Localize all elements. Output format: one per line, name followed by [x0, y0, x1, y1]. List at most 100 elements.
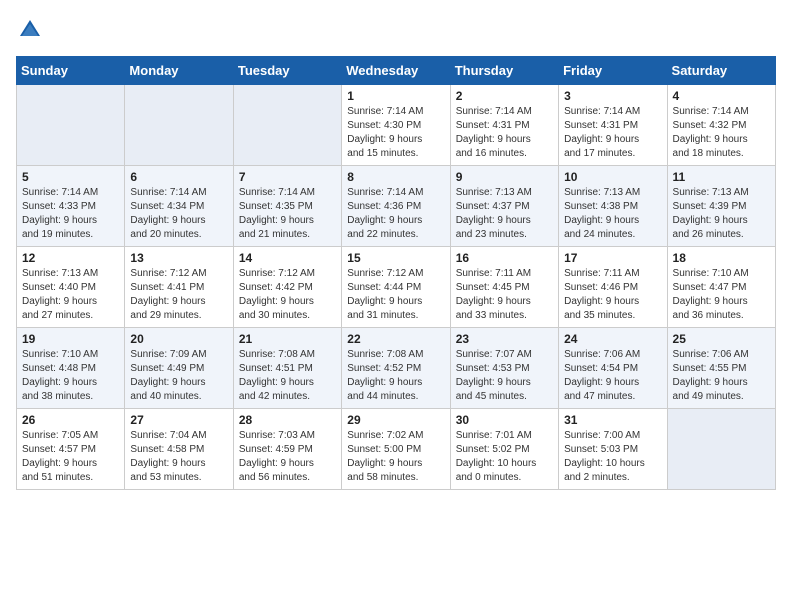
day-number: 7 — [239, 170, 336, 184]
calendar-cell: 29 Sunrise: 7:02 AM Sunset: 5:00 PM Dayli… — [342, 409, 450, 490]
day-number: 16 — [456, 251, 553, 265]
calendar-cell: 30 Sunrise: 7:01 AM Sunset: 5:02 PM Dayli… — [450, 409, 558, 490]
day-info: Sunrise: 7:09 AM Sunset: 4:49 PM Dayligh… — [130, 348, 227, 404]
day-info: Sunrise: 7:13 AM Sunset: 4:37 PM Dayligh… — [456, 186, 553, 242]
day-number: 5 — [22, 170, 119, 184]
day-number: 8 — [347, 170, 444, 184]
weekday-header-thursday: Thursday — [450, 57, 558, 85]
page-header — [16, 16, 776, 44]
weekday-header-wednesday: Wednesday — [342, 57, 450, 85]
day-info: Sunrise: 7:01 AM Sunset: 5:02 PM Dayligh… — [456, 429, 553, 485]
calendar-cell: 21 Sunrise: 7:08 AM Sunset: 4:51 PM Dayli… — [233, 328, 341, 409]
weekday-header-friday: Friday — [559, 57, 667, 85]
calendar-cell: 27Sunrise: 7:04 AM Sunset: 4:58 PM Dayli… — [125, 409, 233, 490]
calendar-cell: 18 Sunrise: 7:10 AM Sunset: 4:47 PM Dayli… — [667, 247, 775, 328]
calendar-cell: 9 Sunrise: 7:13 AM Sunset: 4:37 PM Daylig… — [450, 166, 558, 247]
day-number: 13 — [130, 251, 227, 265]
day-number: 29 — [347, 413, 444, 427]
day-info: Sunrise: 7:06 AM Sunset: 4:55 PM Dayligh… — [673, 348, 770, 404]
day-number: 18 — [673, 251, 770, 265]
day-number: 11 — [673, 170, 770, 184]
calendar-cell: 3Sunrise: 7:14 AM Sunset: 4:31 PM Daylig… — [559, 85, 667, 166]
day-info: Sunrise: 7:00 AM Sunset: 5:03 PM Dayligh… — [564, 429, 661, 485]
day-info: Sunrise: 7:14 AM Sunset: 4:35 PM Dayligh… — [239, 186, 336, 242]
calendar-cell: 10 Sunrise: 7:13 AM Sunset: 4:38 PM Dayli… — [559, 166, 667, 247]
day-number: 9 — [456, 170, 553, 184]
calendar-cell: 13 Sunrise: 7:12 AM Sunset: 4:41 PM Dayli… — [125, 247, 233, 328]
day-number: 20 — [130, 332, 227, 346]
weekday-header-monday: Monday — [125, 57, 233, 85]
day-info: Sunrise: 7:08 AM Sunset: 4:51 PM Dayligh… — [239, 348, 336, 404]
day-number: 19 — [22, 332, 119, 346]
day-number: 2 — [456, 89, 553, 103]
day-info: Sunrise: 7:03 AM Sunset: 4:59 PM Dayligh… — [239, 429, 336, 485]
calendar-cell — [233, 85, 341, 166]
day-info: Sunrise: 7:14 AM Sunset: 4:32 PM Dayligh… — [673, 105, 770, 161]
calendar-cell: 28 Sunrise: 7:03 AM Sunset: 4:59 PM Dayli… — [233, 409, 341, 490]
day-info: Sunrise: 7:12 AM Sunset: 4:44 PM Dayligh… — [347, 267, 444, 323]
day-info: Sunrise: 7:11 AM Sunset: 4:46 PM Dayligh… — [564, 267, 661, 323]
day-info: Sunrise: 7:10 AM Sunset: 4:47 PM Dayligh… — [673, 267, 770, 323]
day-number: 26 — [22, 413, 119, 427]
calendar-cell: 5Sunrise: 7:14 AM Sunset: 4:33 PM Daylig… — [17, 166, 125, 247]
day-info: Sunrise: 7:13 AM Sunset: 4:38 PM Dayligh… — [564, 186, 661, 242]
logo-icon — [16, 16, 44, 44]
calendar-cell: 1Sunrise: 7:14 AM Sunset: 4:30 PM Daylig… — [342, 85, 450, 166]
day-info: Sunrise: 7:11 AM Sunset: 4:45 PM Dayligh… — [456, 267, 553, 323]
calendar-cell — [125, 85, 233, 166]
day-number: 15 — [347, 251, 444, 265]
calendar-cell: 17 Sunrise: 7:11 AM Sunset: 4:46 PM Dayli… — [559, 247, 667, 328]
calendar-week-3: 12 Sunrise: 7:13 AM Sunset: 4:40 PM Dayli… — [17, 247, 776, 328]
calendar-cell — [667, 409, 775, 490]
day-info: Sunrise: 7:02 AM Sunset: 5:00 PM Dayligh… — [347, 429, 444, 485]
weekday-header-saturday: Saturday — [667, 57, 775, 85]
calendar-cell: 4 Sunrise: 7:14 AM Sunset: 4:32 PM Daylig… — [667, 85, 775, 166]
day-number: 17 — [564, 251, 661, 265]
weekday-header-row: SundayMondayTuesdayWednesdayThursdayFrid… — [17, 57, 776, 85]
day-number: 24 — [564, 332, 661, 346]
day-number: 23 — [456, 332, 553, 346]
calendar-cell: 6Sunrise: 7:14 AM Sunset: 4:34 PM Daylig… — [125, 166, 233, 247]
calendar-week-5: 26 Sunrise: 7:05 AM Sunset: 4:57 PM Dayli… — [17, 409, 776, 490]
day-number: 6 — [130, 170, 227, 184]
calendar-cell: 15 Sunrise: 7:12 AM Sunset: 4:44 PM Dayli… — [342, 247, 450, 328]
day-info: Sunrise: 7:12 AM Sunset: 4:41 PM Dayligh… — [130, 267, 227, 323]
calendar-cell: 7 Sunrise: 7:14 AM Sunset: 4:35 PM Daylig… — [233, 166, 341, 247]
day-info: Sunrise: 7:05 AM Sunset: 4:57 PM Dayligh… — [22, 429, 119, 485]
day-number: 14 — [239, 251, 336, 265]
calendar-cell: 26 Sunrise: 7:05 AM Sunset: 4:57 PM Dayli… — [17, 409, 125, 490]
calendar-cell: 11 Sunrise: 7:13 AM Sunset: 4:39 PM Dayli… — [667, 166, 775, 247]
day-info: Sunrise: 7:10 AM Sunset: 4:48 PM Dayligh… — [22, 348, 119, 404]
calendar-cell: 31 Sunrise: 7:00 AM Sunset: 5:03 PM Dayli… — [559, 409, 667, 490]
day-number: 27 — [130, 413, 227, 427]
calendar-cell: 16 Sunrise: 7:11 AM Sunset: 4:45 PM Dayli… — [450, 247, 558, 328]
day-number: 25 — [673, 332, 770, 346]
day-info: Sunrise: 7:13 AM Sunset: 4:39 PM Dayligh… — [673, 186, 770, 242]
day-info: Sunrise: 7:13 AM Sunset: 4:40 PM Dayligh… — [22, 267, 119, 323]
day-info: Sunrise: 7:12 AM Sunset: 4:42 PM Dayligh… — [239, 267, 336, 323]
calendar-cell: 25 Sunrise: 7:06 AM Sunset: 4:55 PM Dayli… — [667, 328, 775, 409]
day-info: Sunrise: 7:14 AM Sunset: 4:31 PM Dayligh… — [456, 105, 553, 161]
day-number: 31 — [564, 413, 661, 427]
day-number: 4 — [673, 89, 770, 103]
calendar-cell: 12 Sunrise: 7:13 AM Sunset: 4:40 PM Dayli… — [17, 247, 125, 328]
day-number: 10 — [564, 170, 661, 184]
calendar-cell: 14 Sunrise: 7:12 AM Sunset: 4:42 PM Dayli… — [233, 247, 341, 328]
day-number: 12 — [22, 251, 119, 265]
day-number: 21 — [239, 332, 336, 346]
calendar-cell: 22 Sunrise: 7:08 AM Sunset: 4:52 PM Dayli… — [342, 328, 450, 409]
day-number: 22 — [347, 332, 444, 346]
calendar-week-4: 19 Sunrise: 7:10 AM Sunset: 4:48 PM Dayli… — [17, 328, 776, 409]
day-info: Sunrise: 7:14 AM Sunset: 4:31 PM Dayligh… — [564, 105, 661, 161]
calendar-table: SundayMondayTuesdayWednesdayThursdayFrid… — [16, 56, 776, 490]
day-number: 28 — [239, 413, 336, 427]
day-info: Sunrise: 7:08 AM Sunset: 4:52 PM Dayligh… — [347, 348, 444, 404]
day-info: Sunrise: 7:14 AM Sunset: 4:36 PM Dayligh… — [347, 186, 444, 242]
calendar-cell — [17, 85, 125, 166]
day-info: Sunrise: 7:07 AM Sunset: 4:53 PM Dayligh… — [456, 348, 553, 404]
day-number: 1 — [347, 89, 444, 103]
day-number: 30 — [456, 413, 553, 427]
weekday-header-tuesday: Tuesday — [233, 57, 341, 85]
calendar-cell: 2 Sunrise: 7:14 AM Sunset: 4:31 PM Daylig… — [450, 85, 558, 166]
calendar-week-2: 5Sunrise: 7:14 AM Sunset: 4:33 PM Daylig… — [17, 166, 776, 247]
